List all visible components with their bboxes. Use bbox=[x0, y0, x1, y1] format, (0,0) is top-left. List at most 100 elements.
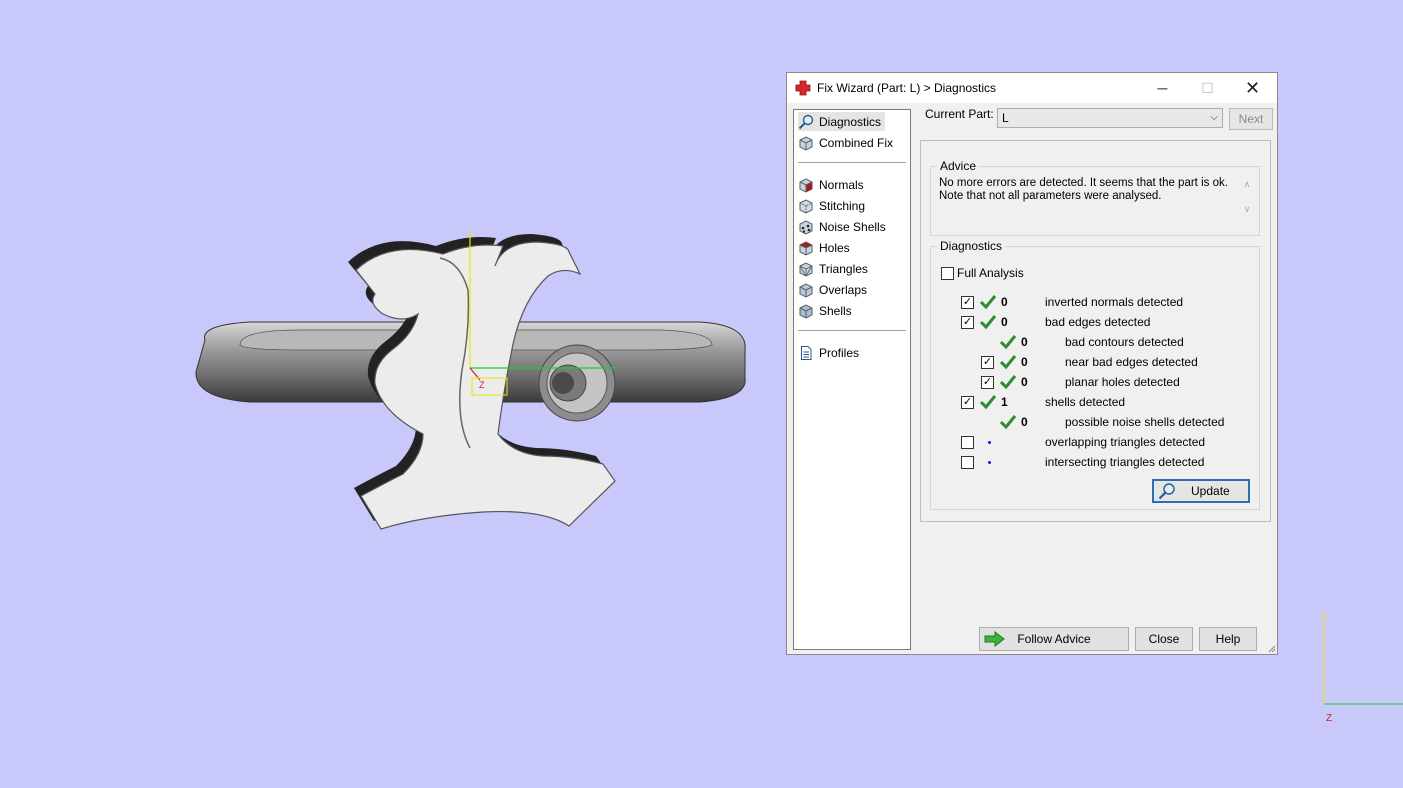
title-bar[interactable]: Fix Wizard (Part: L) > Diagnostics ─ ☐ ✕ bbox=[787, 73, 1277, 103]
nav-item-diagnostics[interactable]: Diagnostics bbox=[798, 112, 886, 131]
advice-scrollbar[interactable]: ∧ ∨ bbox=[1240, 179, 1254, 225]
bad-contours-count: 0 bbox=[1021, 335, 1028, 349]
nav-item-stitching[interactable]: Stitching bbox=[798, 196, 869, 215]
check-ok-icon bbox=[979, 315, 997, 330]
pending-dot-icon bbox=[988, 461, 991, 464]
check-ok-icon bbox=[999, 335, 1017, 350]
diagnostics-page: Advice No more errors are detected. It s… bbox=[920, 140, 1271, 522]
update-label: Update bbox=[1191, 484, 1230, 498]
nav-item-holes[interactable]: Holes bbox=[798, 238, 854, 257]
pending-dot-icon bbox=[988, 441, 991, 444]
nav-item-label: Overlaps bbox=[819, 282, 868, 297]
check-ok-icon bbox=[999, 355, 1017, 370]
bad-edges-checkbox[interactable]: ✓ bbox=[961, 316, 974, 329]
shells-count: 1 bbox=[1001, 395, 1008, 409]
near-bad-edges-label: near bad edges detected bbox=[1065, 355, 1198, 369]
fix-wizard-nav: Diagnostics Combined Fix Normals Stitchi… bbox=[793, 109, 911, 650]
advice-group-title: Advice bbox=[937, 159, 980, 173]
view-axes-triad: Y Z bbox=[1321, 612, 1403, 724]
maximize-button[interactable]: ☐ bbox=[1185, 73, 1230, 103]
nav-item-normals[interactable]: Normals bbox=[798, 175, 868, 194]
nav-item-noise-shells[interactable]: Noise Shells bbox=[798, 217, 890, 236]
shells-cube-icon bbox=[799, 303, 813, 319]
nav-item-label: Holes bbox=[819, 240, 850, 255]
current-part-value: L bbox=[1002, 111, 1009, 125]
triangles-cube-icon bbox=[799, 261, 813, 277]
window-title: Fix Wizard (Part: L) > Diagnostics bbox=[817, 81, 997, 95]
red-cross-icon bbox=[795, 80, 811, 96]
full-analysis-label[interactable]: Full Analysis bbox=[957, 266, 1024, 280]
green-arrow-icon bbox=[984, 631, 1005, 647]
bad-contours-label: bad contours detected bbox=[1065, 335, 1184, 349]
bad-edges-label: bad edges detected bbox=[1045, 315, 1151, 329]
planar-holes-count: 0 bbox=[1021, 375, 1028, 389]
overlapping-triangles-label: overlapping triangles detected bbox=[1045, 435, 1206, 449]
advice-line: No more errors are detected. It seems th… bbox=[939, 177, 1228, 189]
nav-item-label: Profiles bbox=[819, 345, 860, 360]
inverted-normals-count: 0 bbox=[1001, 295, 1008, 309]
nav-item-profiles[interactable]: Profiles bbox=[798, 343, 863, 362]
normals-cube-icon bbox=[799, 177, 813, 193]
check-ok-icon bbox=[979, 295, 997, 310]
nav-item-label: Triangles bbox=[819, 261, 868, 276]
nav-item-shells[interactable]: Shells bbox=[798, 301, 856, 320]
resize-grip-icon[interactable] bbox=[1266, 643, 1276, 653]
nav-item-label: Normals bbox=[819, 177, 864, 192]
nav-item-label: Shells bbox=[819, 303, 852, 318]
diagnostics-group-title: Diagnostics bbox=[937, 239, 1006, 253]
nav-divider bbox=[798, 162, 906, 163]
axis-z-label: Z bbox=[1326, 713, 1332, 724]
nav-item-label: Combined Fix bbox=[819, 135, 894, 150]
overlapping-triangles-checkbox[interactable] bbox=[961, 436, 974, 449]
current-part-label: Current Part: bbox=[925, 107, 994, 121]
intersecting-triangles-checkbox[interactable] bbox=[961, 456, 974, 469]
shells-label: shells detected bbox=[1045, 395, 1126, 409]
scroll-up-icon[interactable]: ∧ bbox=[1240, 179, 1254, 190]
nav-item-overlaps[interactable]: Overlaps bbox=[798, 280, 871, 299]
nav-item-triangles[interactable]: Triangles bbox=[798, 259, 872, 278]
update-button[interactable]: Update bbox=[1152, 479, 1250, 503]
fix-wizard-dialog: Fix Wizard (Part: L) > Diagnostics ─ ☐ ✕… bbox=[786, 72, 1278, 655]
overlaps-cube-icon bbox=[799, 282, 813, 298]
nav-item-label: Noise Shells bbox=[819, 219, 886, 234]
shells-checkbox[interactable]: ✓ bbox=[961, 396, 974, 409]
nav-item-combined-fix[interactable]: Combined Fix bbox=[798, 133, 897, 152]
near-bad-edges-checkbox[interactable]: ✓ bbox=[981, 356, 994, 369]
chevron-down-icon: ⌵ bbox=[1210, 112, 1218, 123]
inverted-normals-checkbox[interactable]: ✓ bbox=[961, 296, 974, 309]
planar-holes-label: planar holes detected bbox=[1065, 375, 1180, 389]
cube-icon bbox=[799, 135, 813, 151]
follow-advice-button[interactable]: Follow Advice bbox=[979, 627, 1129, 651]
magnifier-icon bbox=[1158, 483, 1175, 500]
advice-text: No more errors are detected. It seems th… bbox=[939, 177, 1234, 223]
inverted-normals-label: inverted normals detected bbox=[1045, 295, 1184, 309]
document-icon bbox=[801, 345, 812, 360]
nav-item-label: Stitching bbox=[819, 198, 866, 213]
noise-shells-count: 0 bbox=[1021, 415, 1028, 429]
minimize-button[interactable]: ─ bbox=[1140, 73, 1185, 103]
follow-advice-label: Follow Advice bbox=[1017, 632, 1091, 646]
noise-shells-cube-icon bbox=[799, 219, 813, 235]
full-analysis-checkbox[interactable] bbox=[941, 267, 954, 280]
next-button[interactable]: Next bbox=[1229, 108, 1273, 130]
nav-divider bbox=[798, 330, 906, 331]
diagnostics-group: Diagnostics Full Analysis ✓ 0 inverted n… bbox=[930, 239, 1260, 510]
svg-text:Z: Z bbox=[479, 380, 485, 390]
scroll-down-icon[interactable]: ∨ bbox=[1240, 204, 1254, 215]
axis-y-label: Y bbox=[1321, 612, 1328, 623]
close-window-button[interactable]: ✕ bbox=[1230, 73, 1275, 103]
planar-holes-checkbox[interactable]: ✓ bbox=[981, 376, 994, 389]
holes-cube-icon bbox=[799, 240, 813, 256]
magnifier-icon bbox=[798, 114, 814, 129]
nav-item-label: Diagnostics bbox=[819, 114, 882, 129]
advice-line: Note that not all parameters were analys… bbox=[939, 190, 1162, 202]
noise-shells-label: possible noise shells detected bbox=[1065, 415, 1225, 429]
advice-group: Advice No more errors are detected. It s… bbox=[930, 159, 1260, 236]
stitching-cube-icon bbox=[799, 198, 813, 214]
close-button[interactable]: Close bbox=[1135, 627, 1193, 651]
check-ok-icon bbox=[979, 395, 997, 410]
check-ok-icon bbox=[999, 375, 1017, 390]
current-part-select[interactable]: L ⌵ bbox=[997, 108, 1223, 128]
help-button[interactable]: Help bbox=[1199, 627, 1257, 651]
intersecting-triangles-label: intersecting triangles detected bbox=[1045, 455, 1205, 469]
